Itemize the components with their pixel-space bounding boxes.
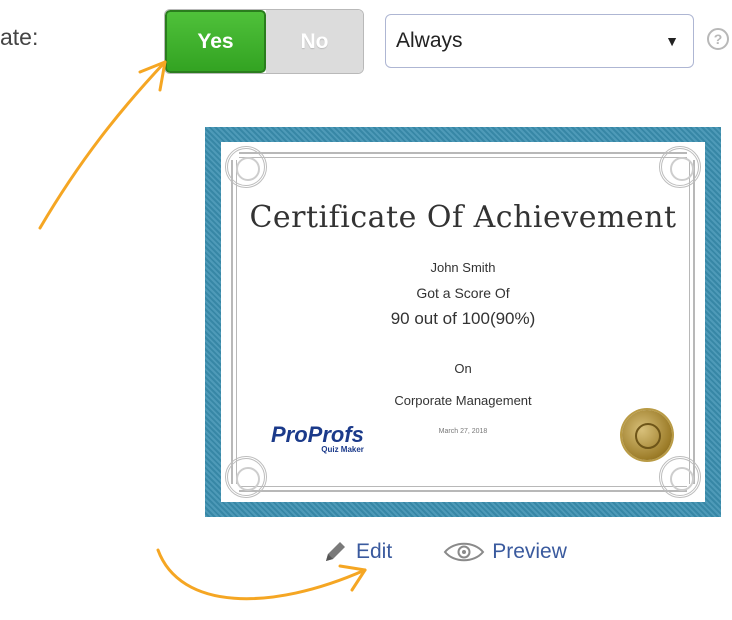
corner-ornament bbox=[659, 146, 701, 188]
eye-icon bbox=[443, 542, 485, 562]
help-circle-icon[interactable]: ? bbox=[707, 28, 729, 50]
course-name: Corporate Management bbox=[394, 393, 532, 408]
recipient-name: John Smith bbox=[430, 260, 496, 275]
toggle-no-button[interactable]: No bbox=[266, 10, 363, 73]
corner-ornament bbox=[225, 456, 267, 498]
annotation-arrow-toggle bbox=[38, 60, 167, 230]
pencil-icon bbox=[326, 542, 345, 561]
border-line bbox=[239, 152, 687, 154]
score-prefix: Got a Score Of bbox=[416, 285, 510, 301]
toggle-yes-button[interactable]: Yes bbox=[165, 10, 266, 73]
certificate-preview: Certificate Of Achievement John Smith Go… bbox=[205, 127, 721, 517]
preview-label: Preview bbox=[492, 540, 567, 563]
frequency-select-value: Always bbox=[396, 29, 463, 52]
setting-label: ate: bbox=[0, 24, 39, 50]
certificate-title: Certificate Of Achievement bbox=[249, 200, 677, 235]
preview-button[interactable]: Preview bbox=[442, 539, 567, 565]
logo-text: ProProfs bbox=[271, 422, 364, 447]
on-label: On bbox=[454, 361, 472, 376]
corner-ornament bbox=[225, 146, 267, 188]
caret-down-icon: ▼ bbox=[665, 33, 679, 49]
border-line bbox=[239, 157, 687, 158]
edit-button[interactable]: Edit bbox=[320, 537, 392, 567]
logo-subtext: Quiz Maker bbox=[321, 445, 364, 454]
certificate-paper: Certificate Of Achievement John Smith Go… bbox=[221, 142, 705, 502]
border-line bbox=[239, 490, 687, 492]
score-value: 90 out of 100(90%) bbox=[390, 309, 536, 328]
certificate-actions: Edit Preview bbox=[320, 537, 567, 567]
proprofs-logo: ProProfs Quiz Maker bbox=[271, 424, 364, 454]
edit-label: Edit bbox=[356, 540, 393, 563]
frequency-select[interactable]: Always ▼ bbox=[385, 14, 694, 68]
border-line bbox=[239, 486, 687, 487]
yes-no-toggle[interactable]: Yes No bbox=[165, 10, 363, 73]
corner-ornament bbox=[659, 456, 701, 498]
gold-seal-icon bbox=[622, 410, 672, 460]
